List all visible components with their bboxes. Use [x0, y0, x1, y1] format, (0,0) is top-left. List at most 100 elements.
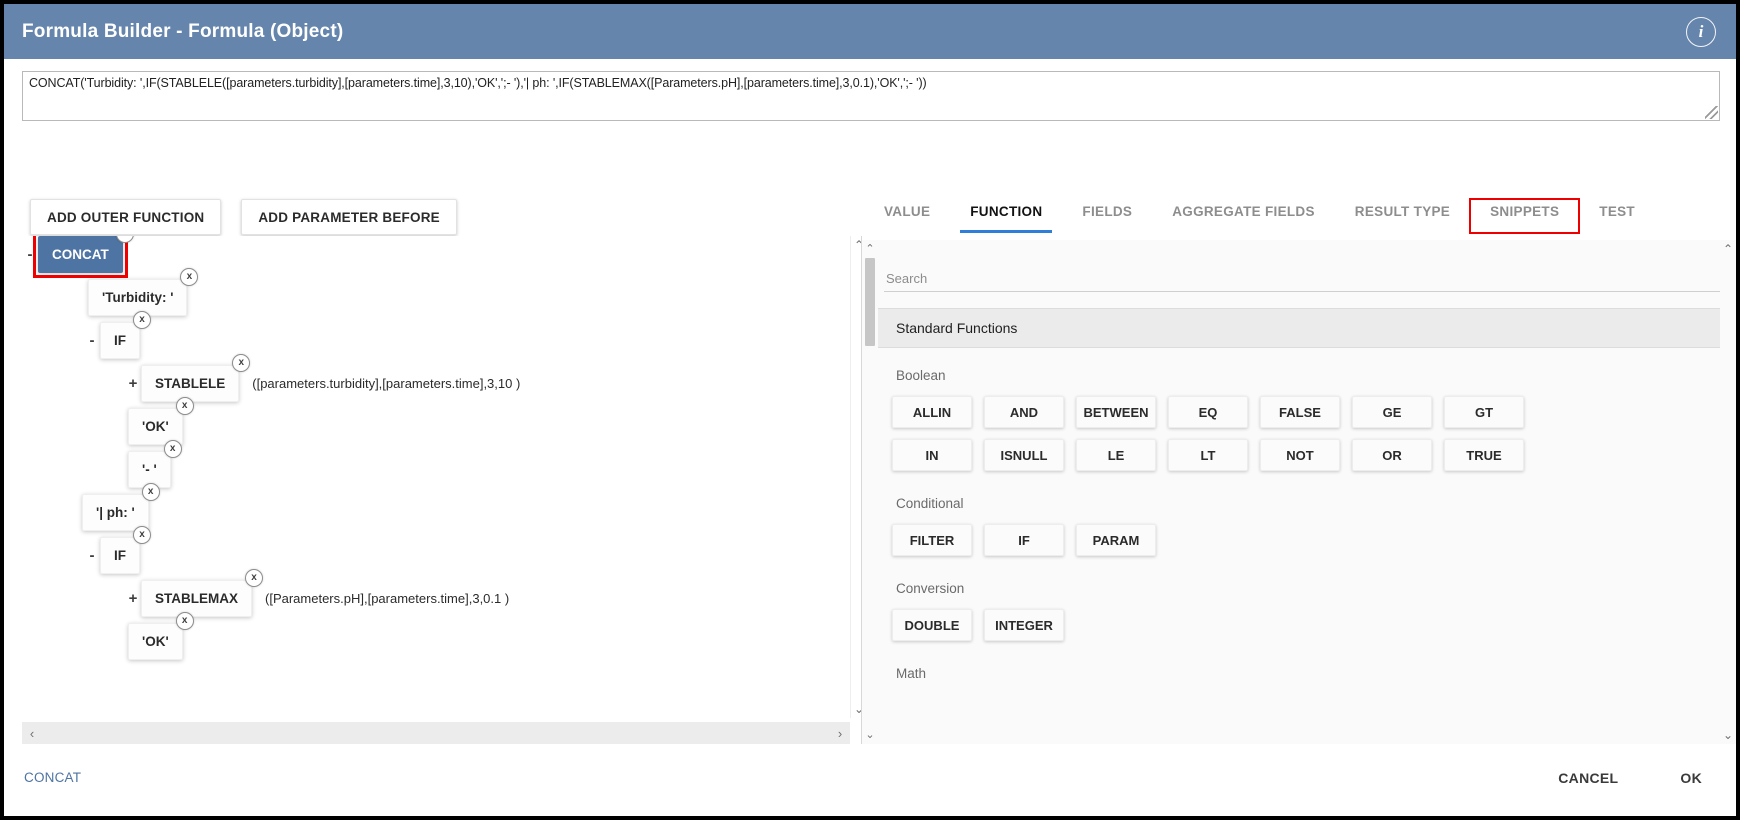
- function-button-allin[interactable]: ALLIN: [892, 396, 972, 428]
- function-button-eq[interactable]: EQ: [1168, 396, 1248, 428]
- tree-node-chip[interactable]: STABLEMAX: [141, 580, 252, 617]
- remove-node-icon[interactable]: x: [176, 612, 194, 630]
- tab-result-type[interactable]: RESULT TYPE: [1335, 199, 1470, 233]
- dialog-title-bar: Formula Builder - Formula (Object) i: [4, 4, 1736, 59]
- dialog-footer: CONCAT CANCEL OK: [4, 744, 1736, 816]
- tree-node-chip[interactable]: STABLELE: [141, 365, 239, 402]
- tree-node-chip-wrapper: STABLEMAXx: [141, 580, 252, 617]
- tree-scroll-left-arrow[interactable]: ‹: [22, 726, 42, 741]
- function-scroll-thumb[interactable]: [865, 258, 875, 346]
- tree-node-arguments: ([parameters.turbidity],[parameters.time…: [252, 376, 520, 391]
- tab-function[interactable]: FUNCTION: [950, 199, 1062, 233]
- function-panel-scrollbar[interactable]: ⌃ ⌄: [862, 240, 878, 744]
- function-button-false[interactable]: FALSE: [1260, 396, 1340, 428]
- right-scroll-up-arrow[interactable]: ⌃: [1720, 242, 1736, 256]
- tree-node-chip-wrapper: 'Turbidity: 'x: [88, 279, 187, 316]
- function-button-isnull[interactable]: ISNULL: [984, 439, 1064, 471]
- function-category-label-conversion: Conversion: [896, 581, 964, 596]
- remove-node-icon[interactable]: x: [164, 440, 182, 458]
- tree-node: -IFx: [84, 322, 140, 359]
- tree-node-chip-wrapper: IFx: [100, 322, 140, 359]
- tree-node: 'Turbidity: 'x: [72, 279, 187, 316]
- function-button-true[interactable]: TRUE: [1444, 439, 1524, 471]
- function-button-and[interactable]: AND: [984, 396, 1064, 428]
- function-scroll-up-arrow[interactable]: ⌃: [862, 240, 878, 258]
- remove-node-icon[interactable]: x: [176, 397, 194, 415]
- search-input[interactable]: [884, 266, 1720, 292]
- tree-node: -IFx: [84, 537, 140, 574]
- function-button-lt[interactable]: LT: [1168, 439, 1248, 471]
- function-panel: ⌃ ⌄ Standard Functions Boolean ALLIN AND BET…: [862, 240, 1736, 744]
- function-button-filter[interactable]: FILTER: [892, 524, 972, 556]
- tree-node: '| ph: 'x: [66, 494, 149, 531]
- tree-node: -CONCATx: [22, 236, 123, 273]
- standard-functions-section-header: Standard Functions: [878, 308, 1736, 348]
- remove-node-icon[interactable]: x: [180, 268, 198, 286]
- tree-toolbar: ADD OUTER FUNCTION ADD PARAMETER BEFORE: [30, 199, 457, 235]
- function-button-gt[interactable]: GT: [1444, 396, 1524, 428]
- tree-node-chip-wrapper: 'OK'x: [128, 623, 183, 660]
- function-button-row: DOUBLE INTEGER: [892, 609, 1064, 641]
- tree-node: '- 'x: [112, 451, 171, 488]
- right-scroll-down-arrow[interactable]: ⌄: [1720, 728, 1736, 742]
- function-button-if[interactable]: IF: [984, 524, 1064, 556]
- formula-textarea[interactable]: CONCAT('Turbidity: ',IF(STABLELE([parame…: [22, 71, 1720, 121]
- resize-handle[interactable]: [1705, 106, 1718, 119]
- tree-node-chip-wrapper: CONCATx: [38, 236, 123, 273]
- tree-node-arguments: ([Parameters.pH],[parameters.time],3,0.1…: [265, 591, 509, 606]
- remove-node-icon[interactable]: x: [133, 526, 151, 544]
- page-title: Formula Builder - Formula (Object): [22, 21, 343, 43]
- tree-node: 'OK'x: [112, 623, 183, 660]
- function-category-label-conditional: Conditional: [896, 496, 964, 511]
- function-button-integer[interactable]: INTEGER: [984, 609, 1064, 641]
- add-outer-function-button[interactable]: ADD OUTER FUNCTION: [30, 199, 221, 235]
- remove-node-icon[interactable]: x: [133, 311, 151, 329]
- function-button-row: IN ISNULL LE LT NOT OR TRUE: [892, 439, 1524, 471]
- function-button-row: ALLIN AND BETWEEN EQ FALSE GE GT: [892, 396, 1524, 428]
- function-button-ge[interactable]: GE: [1352, 396, 1432, 428]
- function-scroll-down-arrow[interactable]: ⌄: [862, 726, 878, 744]
- right-outer-scrollbar[interactable]: ⌃ ⌄: [1720, 240, 1736, 744]
- function-button-double[interactable]: DOUBLE: [892, 609, 972, 641]
- remove-node-icon[interactable]: x: [232, 354, 250, 372]
- footer-actions: CANCEL OK: [1548, 764, 1712, 792]
- tree-node-expander-icon[interactable]: -: [84, 333, 100, 348]
- ok-button[interactable]: OK: [1670, 764, 1712, 792]
- tree-node-chip[interactable]: IF: [100, 537, 140, 574]
- tab-aggregate-fields[interactable]: AGGREGATE FIELDS: [1152, 199, 1335, 233]
- tree-node-expander-icon[interactable]: -: [22, 247, 38, 262]
- function-category-label-math: Math: [896, 666, 926, 681]
- tree-node-expander-icon[interactable]: +: [125, 376, 141, 391]
- tab-fields[interactable]: FIELDS: [1062, 199, 1152, 233]
- function-button-le[interactable]: LE: [1076, 439, 1156, 471]
- tree-node-chip[interactable]: IF: [100, 322, 140, 359]
- function-button-in[interactable]: IN: [892, 439, 972, 471]
- tree-node-chip-wrapper: STABLELEx: [141, 365, 239, 402]
- tree-node-chip[interactable]: 'Turbidity: ': [88, 279, 187, 316]
- tab-snippets[interactable]: SNIPPETS: [1470, 199, 1579, 233]
- function-panel-body: Standard Functions Boolean ALLIN AND BETWEEN…: [878, 240, 1736, 744]
- function-category-label-boolean: Boolean: [896, 368, 946, 383]
- info-icon[interactable]: i: [1686, 17, 1716, 47]
- tree-horizontal-scrollbar[interactable]: ‹ ›: [22, 722, 850, 744]
- formula-builder-dialog: Formula Builder - Formula (Object) i CON…: [4, 4, 1736, 816]
- footer-breadcrumb-link[interactable]: CONCAT: [24, 770, 81, 785]
- tree-node-expander-icon[interactable]: -: [84, 548, 100, 563]
- tree-node-expander-icon[interactable]: +: [125, 591, 141, 606]
- function-button-between[interactable]: BETWEEN: [1076, 396, 1156, 428]
- function-button-not[interactable]: NOT: [1260, 439, 1340, 471]
- formula-text-value: CONCAT('Turbidity: ',IF(STABLELE([parame…: [29, 76, 927, 90]
- remove-node-icon[interactable]: x: [142, 483, 160, 501]
- tree-node-chip[interactable]: CONCAT: [38, 236, 123, 273]
- remove-node-icon[interactable]: x: [245, 569, 263, 587]
- tab-value[interactable]: VALUE: [864, 199, 950, 233]
- function-button-param[interactable]: PARAM: [1076, 524, 1156, 556]
- tree-scroll-right-arrow[interactable]: ›: [830, 726, 850, 741]
- add-parameter-before-button[interactable]: ADD PARAMETER BEFORE: [241, 199, 457, 235]
- tree-node-chip[interactable]: 'OK': [128, 623, 183, 660]
- cancel-button[interactable]: CANCEL: [1548, 764, 1628, 792]
- function-button-or[interactable]: OR: [1352, 439, 1432, 471]
- tree-node-chip-wrapper: IFx: [100, 537, 140, 574]
- tab-test[interactable]: TEST: [1579, 199, 1655, 233]
- formula-tree: -CONCATx'Turbidity: 'x-IFx+STABLELEx([pa…: [22, 236, 847, 735]
